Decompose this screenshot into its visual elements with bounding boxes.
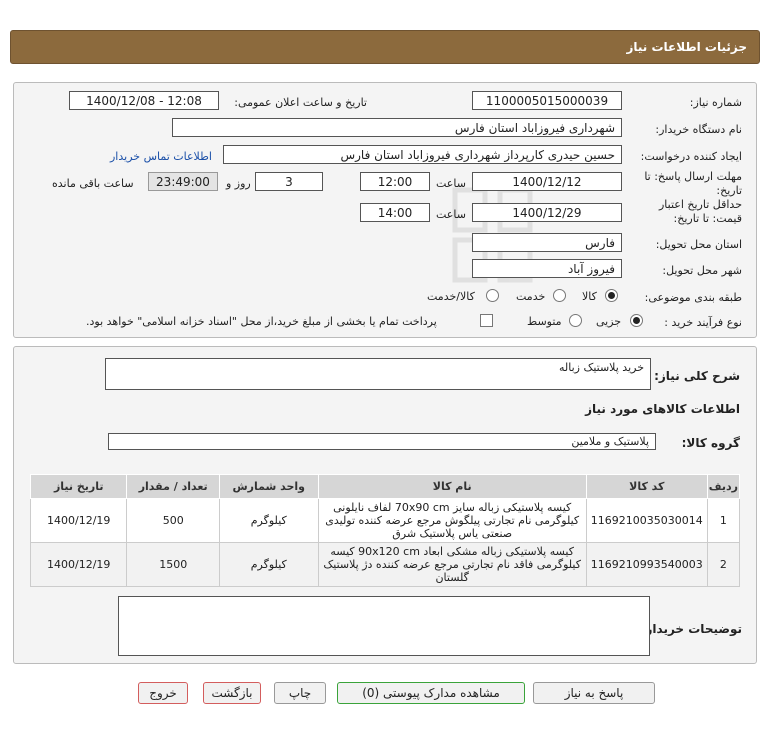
province-label: استان محل تحویل: [655, 238, 742, 251]
process-radio-minor[interactable] [630, 314, 643, 327]
col-name: نام کالا [317, 474, 587, 499]
summary-label: شرح کلی نیاز: [654, 369, 740, 383]
validity-time-label: ساعت [436, 208, 466, 221]
col-row: ردیف [706, 474, 741, 499]
category-radio-goods-service[interactable] [486, 289, 499, 302]
buyer-org-field: شهرداری فیروزاباد استان فارس [172, 118, 622, 137]
summary-field: خرید پلاستیک زباله [105, 358, 651, 390]
remaining-label: ساعت باقی مانده [52, 177, 134, 190]
deadline-time-label: ساعت [436, 177, 466, 190]
cell-name: کیسه پلاستیکی زباله سایز 70x90 cm لفاف ن… [317, 498, 587, 543]
announce-field: 1400/12/08 - 12:08 [69, 91, 219, 110]
validity-label: حداقل تاریخ اعتبار قیمت: تا تاریخ: [658, 198, 742, 225]
process-option-minor: جزیی [596, 315, 622, 328]
group-label: گروه کالا: [681, 436, 740, 450]
deadline-time-field: 12:00 [360, 172, 430, 191]
need-number-label: شماره نیاز: [689, 96, 742, 109]
cell-row: 2 [706, 542, 741, 587]
exit-button[interactable]: خروج [138, 682, 188, 704]
cell-code: 1169210993540003 [585, 542, 708, 587]
city-label: شهر محل تحویل: [662, 264, 742, 277]
category-radio-service[interactable] [553, 289, 566, 302]
contact-buyer-link[interactable]: اطلاعات تماس خریدار [110, 150, 212, 163]
need-number-field: 1100005015000039 [472, 91, 622, 110]
page-title: جزئیات اطلاعات نیاز [626, 40, 747, 54]
col-date: تاریخ نیاز [29, 474, 128, 499]
process-radio-medium[interactable] [569, 314, 582, 327]
cell-qty: 1500 [126, 542, 220, 587]
buyer-notes-field [118, 596, 650, 656]
buyer-org-label: نام دستگاه خریدار: [655, 123, 742, 136]
announce-label: تاریخ و ساعت اعلان عمومی: [234, 96, 367, 109]
goods-info-title: اطلاعات کالاهای مورد نیاز [585, 402, 740, 416]
process-label: نوع فرآیند خرید : [664, 316, 742, 329]
back-button[interactable]: بازگشت [203, 682, 261, 704]
creator-field: حسین حیدری کارپرداز شهرداری فیروزاباد اس… [223, 145, 622, 164]
cell-qty: 500 [126, 498, 220, 543]
category-option-goods-service: کالا/خدمت [427, 290, 475, 303]
group-field: پلاستیک و ملامین [108, 433, 656, 450]
remaining-time-field: 23:49:00 [148, 172, 218, 191]
province-field: فارس [472, 233, 622, 252]
table-row: 2 1169210993540003 کیسه پلاستیکی زباله م… [29, 542, 741, 587]
treasury-payment-checkbox[interactable] [480, 314, 493, 327]
print-button[interactable]: چاپ [274, 682, 326, 704]
cell-unit: کیلوگرم [218, 542, 319, 587]
days-label: روز و [226, 177, 251, 190]
col-unit: واحد شمارش [218, 474, 319, 499]
deadline-label: مهلت ارسال پاسخ: تا تاریخ: [644, 170, 742, 197]
cell-name: کیسه پلاستیکی زباله مشکی ابعاد 90x120 cm… [317, 542, 587, 587]
table-row: 1 1169210035030014 کیسه پلاستیکی زباله س… [29, 498, 741, 543]
cell-date: 1400/12/19 [29, 498, 128, 543]
deadline-date-field: 1400/12/12 [472, 172, 622, 191]
col-qty: تعداد / مقدار [126, 474, 220, 499]
view-attachments-button[interactable]: مشاهده مدارک پیوستی (0) [337, 682, 525, 704]
category-label: طبقه بندی موضوعی: [644, 291, 742, 304]
process-option-medium: متوسط [527, 315, 562, 328]
category-radio-goods[interactable] [605, 289, 618, 302]
cell-date: 1400/12/19 [29, 542, 128, 587]
cell-row: 1 [706, 498, 741, 543]
cell-unit: کیلوگرم [218, 498, 319, 543]
buyer-notes-label: توضیحات خریدار: [640, 622, 742, 636]
validity-date-field: 1400/12/29 [472, 203, 622, 222]
validity-time-field: 14:00 [360, 203, 430, 222]
category-option-service: خدمت [516, 290, 546, 303]
creator-label: ایجاد کننده درخواست: [640, 150, 742, 163]
goods-table: ردیف کد کالا نام کالا واحد شمارش تعداد /… [29, 474, 741, 587]
category-option-goods: کالا [582, 290, 597, 303]
cell-code: 1169210035030014 [585, 498, 708, 543]
col-code: کد کالا [585, 474, 708, 499]
page-header: جزئیات اطلاعات نیاز [10, 30, 760, 64]
reply-button[interactable]: پاسخ به نیاز [533, 682, 655, 704]
payment-note: پرداخت تمام یا بخشی از مبلغ خرید،از محل … [86, 315, 437, 328]
days-field: 3 [255, 172, 323, 191]
city-field: فیروز آباد [472, 259, 622, 278]
